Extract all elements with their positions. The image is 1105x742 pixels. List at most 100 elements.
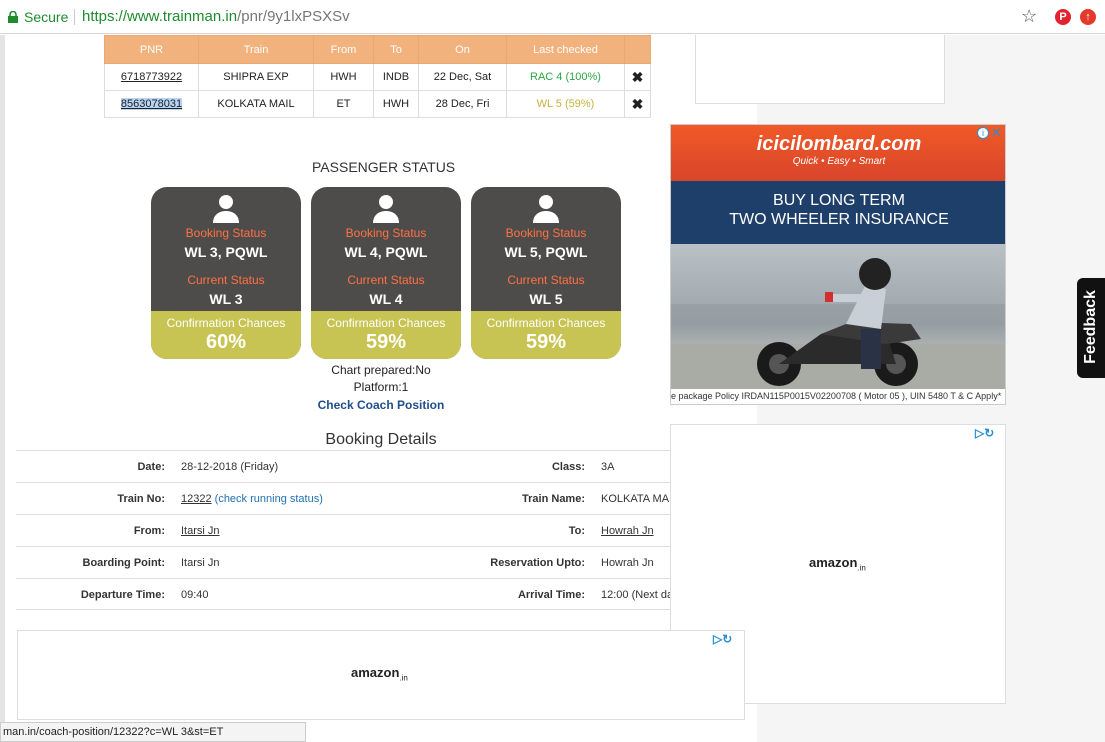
- url-field[interactable]: https://www.trainman.in/pnr/9y1lxPSXSv: [82, 8, 350, 25]
- date-cell: 28 Dec, Fri: [418, 90, 507, 118]
- amazon-logo: amazon.in: [351, 665, 408, 683]
- url-host: https://www.trainman.in: [82, 8, 238, 25]
- boarding-point-label: Boarding Point:: [82, 557, 166, 569]
- remove-icon[interactable]: ✖: [624, 63, 651, 91]
- adchoices-icon[interactable]: ▷↻: [713, 632, 732, 646]
- ad-brand: icicilombard.com: [756, 133, 922, 155]
- class-value[interactable]: 3A: [601, 461, 670, 473]
- confirmation-value: 59%: [365, 331, 407, 353]
- pnr-table-header: PNR Train From To On Last checked: [104, 35, 651, 64]
- date-value: 28-12-2018 (Friday): [181, 461, 279, 473]
- confirmation-value: 59%: [525, 331, 567, 353]
- amazon-logo: amazon.in: [809, 555, 866, 573]
- from-label: From:: [133, 525, 165, 537]
- confirmation-label: Confirmation Chances: [326, 316, 446, 330]
- from-cell: HWH: [313, 63, 374, 91]
- current-status-value: WL 5: [529, 291, 563, 307]
- departure-time-label: Departure Time:: [80, 589, 165, 601]
- platform-text: Platform:1: [353, 380, 409, 394]
- adchoices-icon[interactable]: ▷↻: [975, 426, 994, 440]
- train-cell: KOLKATA MAIL: [198, 90, 314, 118]
- status-cell: WL 5 (59%): [506, 90, 625, 118]
- amazon-ad-bottom[interactable]: ▷↻ amazon.in: [17, 630, 745, 720]
- ad-close-icon[interactable]: ✕: [991, 125, 1002, 141]
- pinterest-icon[interactable]: P: [1055, 9, 1071, 25]
- ad-tagline: Quick • Easy • Smart: [792, 156, 886, 167]
- detail-row: Date: 28-12-2018 (Friday) Class: 3A: [16, 450, 670, 482]
- pnr-cell[interactable]: 8563078031: [104, 90, 199, 118]
- col-header-last-checked: Last checked: [506, 35, 625, 64]
- url-path: /pnr/9y1lxPSXSv: [237, 8, 350, 25]
- booking-status-label: Booking Status: [345, 226, 427, 240]
- current-status-label: Current Status: [507, 273, 585, 287]
- check-running-status-link[interactable]: (check running status): [215, 493, 323, 505]
- page-content: PNR Train From To On Last checked 671877…: [0, 35, 1105, 742]
- pnr-link[interactable]: 8563078031: [120, 98, 183, 110]
- feedback-label: Feedback: [1082, 290, 1099, 364]
- confirmation-value: 60%: [205, 331, 247, 353]
- pnr-link[interactable]: 6718773922: [121, 71, 182, 83]
- to-label: To:: [568, 525, 585, 537]
- col-header-from: From: [313, 35, 374, 64]
- detail-row: Boarding Point: Itarsi Jn Reservation Up…: [16, 546, 670, 578]
- confirmation-label: Confirmation Chances: [486, 316, 606, 330]
- ad-disclaimer: e package Policy IRDAN115P0015V02200708 …: [671, 391, 1002, 401]
- train-no-value: 12322 (check running status): [181, 493, 323, 505]
- current-status-label: Current Status: [187, 273, 265, 287]
- ad-message-line-2: TWO WHEELER INSURANCE: [729, 211, 949, 228]
- booking-status-value: WL 3, PQWL: [184, 244, 268, 260]
- secure-label: Secure: [24, 9, 69, 25]
- icici-lombard-ad[interactable]: icicilombard.com Quick • Easy • Smart BU…: [670, 124, 1006, 405]
- booking-status-value: WL 4, PQWL: [344, 244, 428, 260]
- ad-info-icon[interactable]: i: [977, 127, 989, 139]
- to-cell: HWH: [373, 90, 419, 118]
- motorbike-illustration: [671, 258, 1005, 389]
- col-header-pnr: PNR: [104, 35, 199, 64]
- booking-details-title: Booking Details: [325, 431, 437, 448]
- amazon-wordmark: amazon: [351, 665, 400, 680]
- amazon-suffix: .in: [399, 673, 408, 683]
- browser-address-bar: Secure https://www.trainman.in/pnr/9y1lx…: [0, 0, 1105, 34]
- table-row[interactable]: 6718773922 SHIPRA EXP HWH INDB 22 Dec, S…: [104, 63, 651, 91]
- passenger-card-2: Booking Status WL 4, PQWL Current Status…: [311, 187, 461, 359]
- remove-icon[interactable]: ✖: [624, 90, 651, 118]
- train-name-value: KOLKATA MAIL: [601, 493, 670, 505]
- amazon-suffix: .in: [857, 563, 866, 573]
- person-icon: [373, 195, 399, 223]
- booking-status-value: WL 5, PQWL: [504, 244, 588, 260]
- train-number-link[interactable]: 12322: [181, 493, 212, 505]
- url-separator: [74, 9, 75, 25]
- status-cell: RAC 4 (100%): [506, 63, 625, 91]
- person-icon: [533, 195, 559, 223]
- status-bar-url: man.in/coach-position/12322?c=WL 3&st=ET: [0, 722, 306, 742]
- col-header-train: Train: [198, 35, 314, 64]
- col-header-to: To: [373, 35, 419, 64]
- passenger-card-1: Booking Status WL 3, PQWL Current Status…: [151, 187, 301, 359]
- confirmation-label: Confirmation Chances: [166, 316, 286, 330]
- person-icon: [213, 195, 239, 223]
- from-station-link[interactable]: Itarsi Jn: [181, 525, 220, 537]
- ad-message-line-1: BUY LONG TERM: [773, 192, 905, 209]
- pnr-cell[interactable]: 6718773922: [104, 63, 199, 91]
- feedback-tab[interactable]: Feedback: [1077, 278, 1105, 378]
- check-coach-position-link[interactable]: Check Coach Position: [305, 398, 457, 412]
- boarding-point-value: Itarsi Jn: [181, 557, 220, 569]
- table-row[interactable]: 8563078031 KOLKATA MAIL ET HWH 28 Dec, F…: [104, 90, 651, 118]
- current-status-value: WL 4: [369, 291, 403, 307]
- departure-time-value: 09:40: [181, 589, 209, 601]
- confirmation-panel: Confirmation Chances 59%: [311, 311, 461, 359]
- col-header-actions: [624, 35, 651, 64]
- reservation-upto-value: Howrah Jn: [601, 557, 654, 569]
- detail-row: From: Itarsi Jn To: Howrah Jn: [16, 514, 670, 546]
- col-header-on: On: [418, 35, 507, 64]
- confirmation-panel: Confirmation Chances 60%: [151, 311, 301, 359]
- amazon-wordmark: amazon: [809, 555, 858, 570]
- extension-arrow-icon[interactable]: ↑: [1080, 9, 1096, 25]
- confirmation-panel: Confirmation Chances 59%: [471, 311, 621, 359]
- to-station-link[interactable]: Howrah Jn: [601, 525, 670, 537]
- train-no-label: Train No:: [117, 493, 165, 505]
- date-label: Date:: [137, 461, 165, 473]
- detail-row: Train No: 12322 (check running status) T…: [16, 482, 670, 514]
- bookmark-star-icon[interactable]: ☆: [1021, 6, 1037, 27]
- date-cell: 22 Dec, Sat: [418, 63, 507, 91]
